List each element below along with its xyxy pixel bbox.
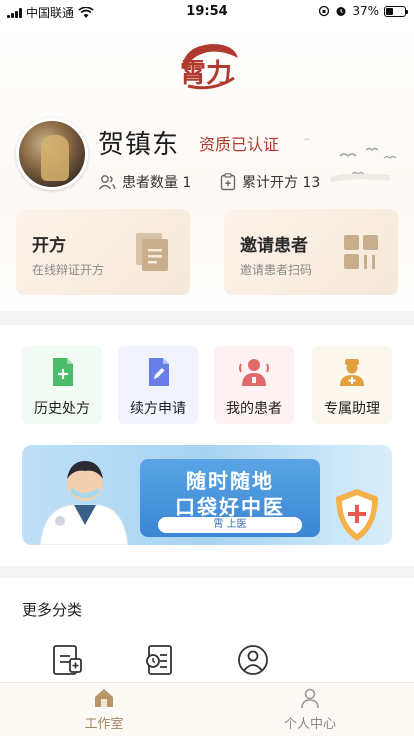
battery-fill	[386, 7, 393, 15]
history-doc-icon	[53, 358, 73, 386]
invite-card-title: 邀请患者	[240, 236, 308, 256]
alarm-icon	[336, 7, 346, 16]
section-divider-2	[0, 566, 414, 578]
certification-badge: 资质已认证	[199, 135, 280, 154]
my-patients-button[interactable]: 我的患者	[214, 346, 294, 424]
invite-card-subtitle: 邀请患者扫码	[240, 263, 313, 277]
banner-pill: 霄 上医	[158, 517, 302, 533]
banner-line-1: 随时随地	[186, 469, 274, 493]
tab-studio-label: 工作室	[84, 717, 124, 732]
promo-banner[interactable]: 随时随地 口袋好中医 霄 上医	[22, 445, 392, 545]
tab-profile[interactable]: 个人中心	[250, 687, 370, 732]
shield-illustration	[336, 489, 378, 541]
more-categories-title: 更多分类	[22, 601, 83, 619]
assistant-button[interactable]: 专属助理	[312, 346, 392, 424]
person-icon	[301, 688, 319, 709]
brand-logo: 霄力	[180, 44, 238, 90]
avatar-photo	[41, 135, 69, 181]
medicine-list-icon[interactable]	[50, 643, 84, 677]
battery-icon	[384, 5, 408, 17]
history-prescriptions-label: 历史处方	[34, 401, 90, 417]
renew-doc-icon	[149, 358, 169, 386]
decorative-birds	[303, 138, 397, 183]
assistant-icon	[340, 359, 364, 386]
patient-count-label: 患者数量 1	[122, 175, 192, 191]
qr-code-icon	[344, 235, 378, 269]
tab-profile-label: 个人中心	[283, 717, 336, 732]
invite-patient-card[interactable]: 邀请患者 邀请患者扫码	[224, 209, 398, 295]
renew-prescription-label: 续方申请	[130, 401, 186, 417]
user-circle-icon[interactable]	[236, 643, 270, 677]
status-right: 37%	[318, 4, 408, 18]
patients-icon	[98, 175, 116, 190]
section-divider	[0, 311, 414, 325]
banner-line-2: 口袋好中医	[175, 495, 285, 519]
avatar[interactable]	[16, 118, 88, 190]
battery-percent: 37%	[352, 4, 379, 18]
banner-slogan-card: 随时随地 口袋好中医 霄 上医	[140, 459, 320, 537]
renew-prescription-button[interactable]: 续方申请	[118, 346, 198, 424]
my-patients-label: 我的患者	[226, 401, 282, 417]
prescribe-card-subtitle: 在线辩证开方	[32, 263, 105, 277]
orientation-lock-icon	[319, 5, 330, 17]
tab-bar: 工作室 个人中心	[0, 682, 414, 736]
patient-count-stat: 患者数量 1	[98, 172, 191, 192]
assistant-label: 专属助理	[324, 401, 380, 417]
schedule-doc-icon[interactable]	[143, 643, 177, 677]
prescription-total-icon	[220, 173, 236, 191]
prescription-doc-icon	[136, 233, 168, 271]
tab-studio[interactable]: 工作室	[44, 687, 164, 732]
doctor-illustration	[39, 461, 129, 545]
patient-icon	[239, 359, 269, 386]
history-prescriptions-button[interactable]: 历史处方	[22, 346, 102, 424]
prescribe-card[interactable]: 开方 在线辩证开方	[16, 209, 190, 295]
doctor-name: 贺镇东	[98, 130, 180, 160]
home-icon	[95, 689, 113, 707]
prescribe-card-title: 开方	[32, 236, 66, 256]
status-bar: 中国联通 19:54 37%	[0, 0, 414, 22]
